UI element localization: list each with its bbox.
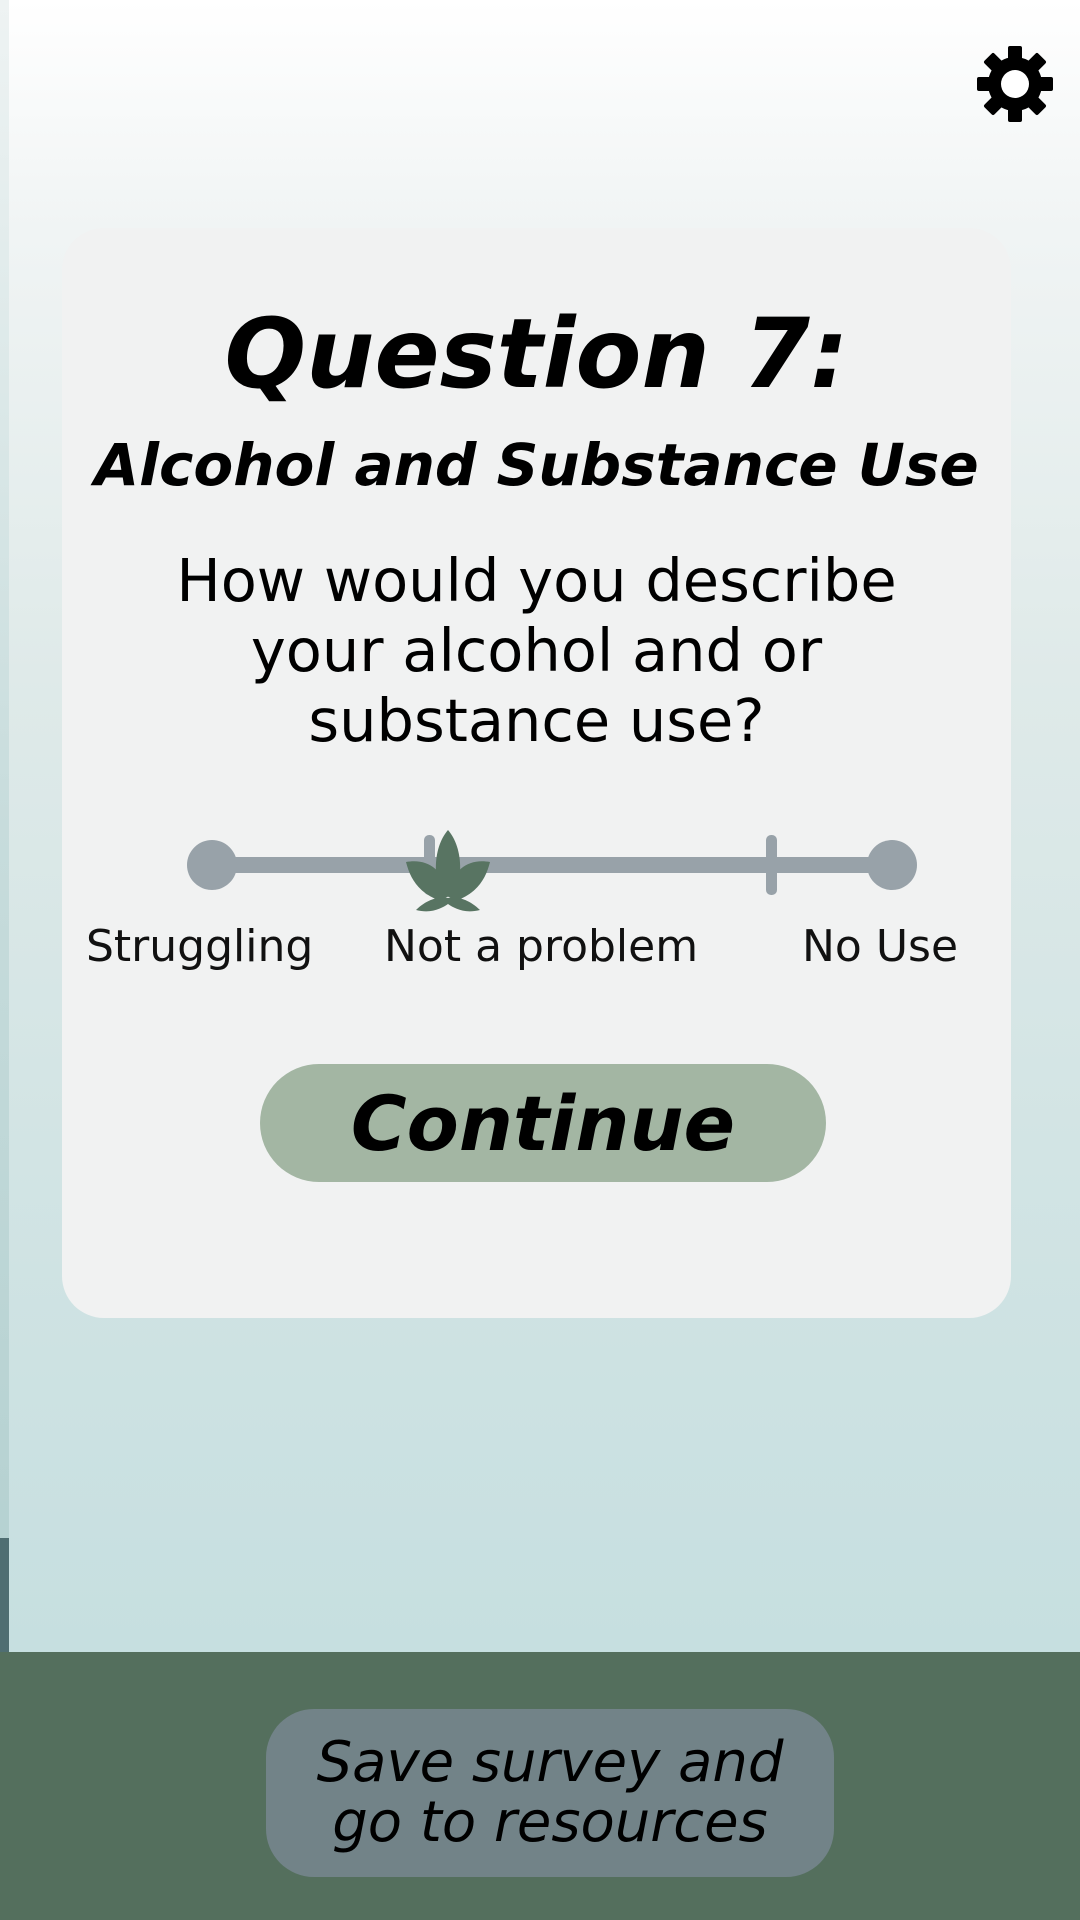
slider-label-not-a-problem: Not a problem — [384, 921, 699, 972]
footer-bar: Save survey and go to resources — [0, 1652, 1080, 1920]
slider-stop-no-use[interactable] — [867, 840, 917, 890]
question-category: Alcohol and Substance Use — [94, 431, 979, 499]
slider-label-struggling: Struggling — [86, 921, 314, 972]
slider-stop-struggling[interactable] — [187, 840, 237, 890]
question-prompt: How would you describe your alcohol and … — [176, 546, 897, 755]
answer-slider[interactable] — [162, 818, 932, 928]
save-button-label: Save survey and go to resources — [317, 1733, 784, 1853]
question-title: Question 7: — [224, 298, 849, 410]
slider-stop-4[interactable] — [766, 835, 777, 895]
slider-thumb-leaf-icon[interactable] — [398, 818, 498, 918]
gear-icon[interactable] — [975, 44, 1055, 124]
continue-button[interactable]: Continue — [260, 1064, 826, 1182]
slider-track[interactable] — [212, 857, 892, 873]
left-edge-strip — [0, 0, 9, 1652]
save-button-label-line2: go to resources — [332, 1790, 768, 1855]
slider-label-no-use: No Use — [802, 921, 959, 972]
save-button-label-line1: Save survey and — [316, 1730, 784, 1795]
left-edge-accent — [0, 1538, 9, 1652]
question-card: Question 7: Alcohol and Substance Use Ho… — [62, 228, 1011, 1318]
save-survey-button[interactable]: Save survey and go to resources — [266, 1709, 834, 1877]
